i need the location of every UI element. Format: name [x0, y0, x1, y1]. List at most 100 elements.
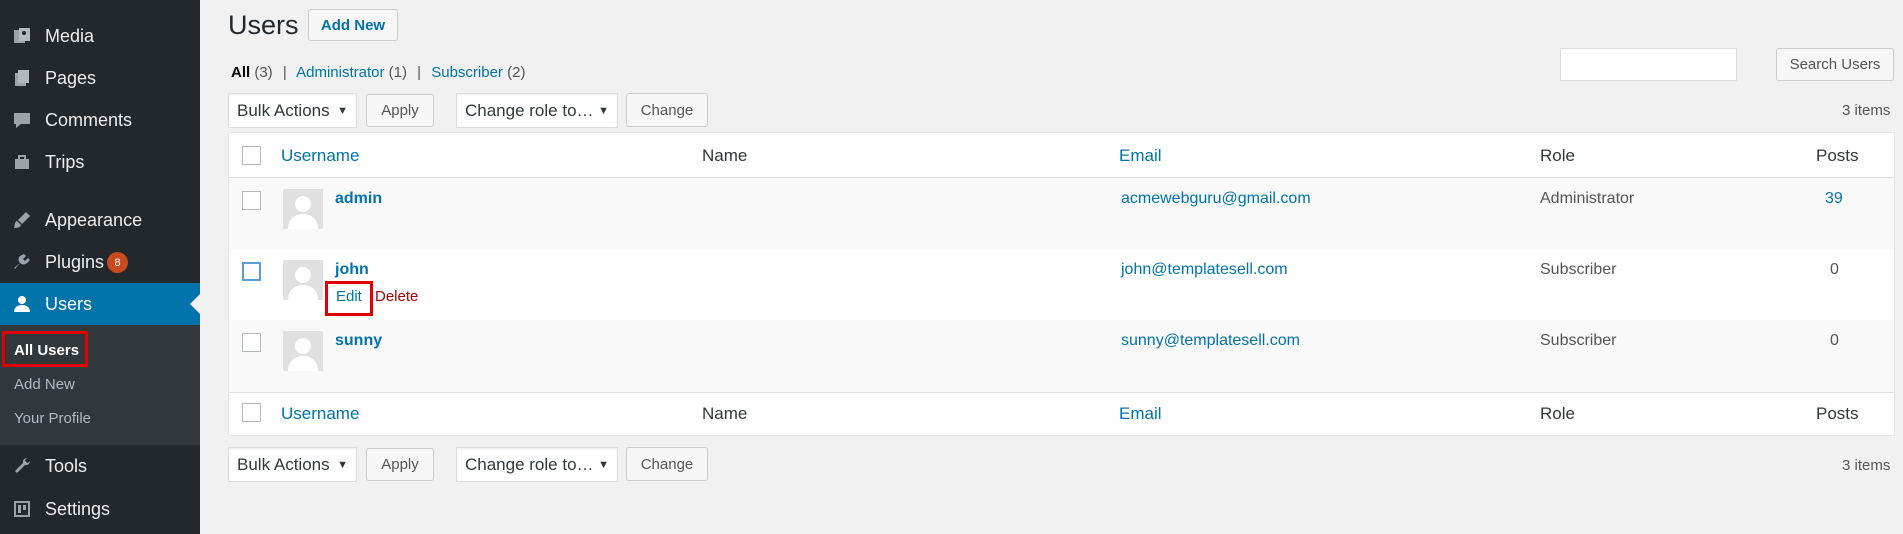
email-link-sunny[interactable]: sunny@templatesell.com	[1121, 332, 1300, 350]
apply-button-bottom[interactable]: Apply	[366, 448, 434, 481]
add-new-user-button[interactable]: Add New	[308, 9, 398, 41]
sidebar-item-label: Tools	[45, 455, 88, 476]
appearance-icon	[10, 208, 34, 232]
plugins-icon	[10, 250, 34, 274]
row-checkbox-john[interactable]	[242, 262, 261, 281]
dropdown-arrow-icon: ▼	[598, 104, 609, 117]
avatar	[283, 331, 323, 371]
change-role-value: Change role to…	[465, 454, 594, 474]
bulk-actions-value: Bulk Actions	[237, 100, 330, 120]
sidebar-item-users[interactable]: Users	[0, 283, 200, 325]
sidebar-item-label: Media	[45, 25, 95, 46]
dropdown-arrow-icon: ▼	[337, 458, 348, 471]
column-header-name: Name	[702, 146, 748, 165]
posts-john: 0	[1830, 261, 1839, 278]
sidebar-item-pages[interactable]: Pages	[0, 57, 200, 99]
filter-subscriber[interactable]: Subscriber	[431, 64, 503, 81]
column-footer-email[interactable]: Email	[1119, 404, 1162, 424]
column-header-username[interactable]: Username	[281, 146, 359, 166]
filter-subscriber-count: (2)	[507, 64, 526, 81]
bulk-actions-select-top[interactable]: Bulk Actions ▼	[228, 93, 357, 128]
items-count-bottom: 3 items	[1842, 457, 1891, 474]
email-link-admin[interactable]: acmewebguru@gmail.com	[1121, 190, 1311, 208]
role-admin: Administrator	[1540, 190, 1635, 207]
sidebar-item-trips[interactable]: Trips	[0, 141, 200, 183]
select-all-checkbox-bottom[interactable]	[242, 403, 261, 422]
table-row	[229, 320, 1894, 392]
sidebar-item-appearance[interactable]: Appearance	[0, 199, 200, 241]
sidebar-item-label: Appearance	[45, 209, 143, 230]
dropdown-arrow-icon: ▼	[337, 104, 348, 117]
select-all-checkbox-top[interactable]	[242, 146, 261, 165]
filter-administrator-count: (1)	[388, 64, 407, 81]
tools-icon	[10, 454, 34, 478]
search-users-button[interactable]: Search Users	[1776, 48, 1894, 81]
sidebar-item-label: Pages	[45, 67, 97, 88]
username-link-john[interactable]: john	[335, 261, 369, 279]
change-role-button-bottom[interactable]: Change	[626, 447, 708, 481]
highlight-box-edit	[325, 281, 373, 316]
admin-sidebar: Media Pages Comments Trips Appearance Pl…	[0, 0, 200, 534]
sidebar-item-label: Settings	[45, 498, 111, 519]
table-row	[229, 249, 1894, 320]
row-checkbox-admin[interactable]	[242, 191, 261, 210]
plugins-update-badge: 8	[107, 252, 128, 273]
column-footer-name: Name	[702, 404, 748, 423]
delete-user-link[interactable]: Delete	[375, 288, 418, 305]
comments-icon	[10, 108, 34, 132]
submenu-add-new[interactable]: Add New	[14, 376, 75, 393]
role-sunny: Subscriber	[1540, 332, 1617, 349]
sidebar-item-tools[interactable]: Tools	[0, 445, 200, 487]
apply-button-top[interactable]: Apply	[366, 94, 434, 127]
filter-administrator[interactable]: Administrator	[296, 64, 384, 81]
items-count-top: 3 items	[1842, 102, 1891, 119]
posts-link-admin[interactable]: 39	[1825, 190, 1843, 208]
settings-icon	[10, 497, 34, 521]
row-checkbox-sunny[interactable]	[242, 333, 261, 352]
page-title: Users	[228, 10, 299, 40]
column-header-role: Role	[1540, 146, 1575, 165]
filter-all-count: (3)	[254, 64, 273, 81]
bulk-actions-value: Bulk Actions	[237, 454, 330, 474]
email-link-john[interactable]: john@templatesell.com	[1121, 261, 1288, 279]
column-header-email[interactable]: Email	[1119, 146, 1162, 166]
trips-icon	[10, 150, 34, 174]
sidebar-item-plugins[interactable]: Plugins 8	[0, 241, 200, 283]
filter-separator: |	[417, 64, 422, 81]
bulk-actions-select-bottom[interactable]: Bulk Actions ▼	[228, 447, 357, 482]
media-icon	[10, 24, 34, 48]
sidebar-item-label: Plugins	[45, 251, 105, 272]
posts-sunny: 0	[1830, 332, 1839, 349]
column-header-posts: Posts	[1816, 146, 1859, 165]
change-role-select-bottom[interactable]: Change role to… ▼	[456, 447, 618, 482]
change-role-select-top[interactable]: Change role to… ▼	[456, 93, 618, 128]
sidebar-item-label: Users	[45, 293, 93, 314]
pages-icon	[10, 66, 34, 90]
sidebar-item-settings[interactable]: Settings	[0, 488, 200, 530]
username-link-admin[interactable]: admin	[335, 190, 382, 208]
role-john: Subscriber	[1540, 261, 1617, 278]
avatar	[283, 260, 323, 300]
change-role-value: Change role to…	[465, 100, 594, 120]
column-footer-role: Role	[1540, 404, 1575, 423]
table-row	[229, 178, 1894, 249]
sidebar-item-media[interactable]: Media	[0, 15, 200, 57]
column-footer-posts: Posts	[1816, 404, 1859, 423]
users-icon	[10, 292, 34, 316]
username-link-sunny[interactable]: sunny	[335, 332, 382, 350]
search-users-input[interactable]	[1560, 48, 1737, 81]
filter-separator: |	[282, 64, 287, 81]
filter-all[interactable]: All	[231, 64, 250, 81]
sidebar-item-label: Trips	[45, 151, 85, 172]
avatar	[283, 189, 323, 229]
dropdown-arrow-icon: ▼	[598, 458, 609, 471]
role-filter-links: All (3) | Administrator (1) | Subscriber…	[231, 64, 525, 81]
change-role-button-top[interactable]: Change	[626, 93, 708, 127]
column-footer-username[interactable]: Username	[281, 404, 359, 424]
users-table: Username Name Email Role Posts admin acm…	[228, 132, 1895, 436]
table-footer-divider	[229, 392, 1894, 393]
sidebar-item-label: Comments	[45, 109, 133, 130]
submenu-your-profile[interactable]: Your Profile	[14, 410, 91, 427]
highlight-box-all-users	[2, 331, 88, 367]
sidebar-item-comments[interactable]: Comments	[0, 99, 200, 141]
